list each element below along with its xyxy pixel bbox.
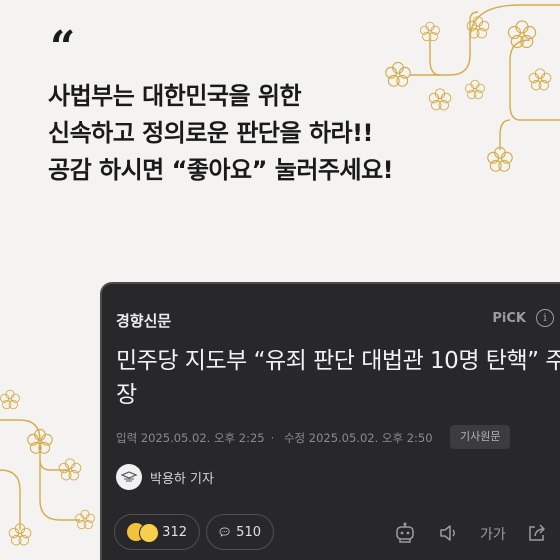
article-title: 민주당 지도부 “유죄 판단 대법관 10명 탄핵” 주장 [116,348,560,408]
headline: 사법부는 대한민국을 위한 신속하고 정의로운 판단을 하라!! 공감 하시면 … [48,78,394,189]
news-article-card[interactable]: 경향신문 PiCK i 민주당 지도부 “유죄 판단 대법관 10명 탄핵” 주… [100,282,560,560]
headline-line-2: 신속하고 정의로운 판단을 하라!! [48,119,374,147]
speaker-icon[interactable] [438,522,460,544]
headline-line-1: 사법부는 대한민국을 위한 [48,82,302,110]
press-name[interactable]: 경향신문 [116,310,171,331]
article-dates: 입력 2025.05.02. 오후 2:25 · 수정 2025.05.02. 오… [116,430,439,446]
author-name: 박용하 기자 [150,471,214,487]
comment-icon [219,527,230,537]
reactions-count: 312 [162,524,187,540]
comments-button[interactable]: 510 [206,514,274,550]
headline-line-3: 공감 하시면 “좋아요” 눌러주세요! [48,156,394,184]
quote-mark-icon: “ [50,22,76,73]
pick-badge: PiCK [492,311,526,326]
robot-summary-icon[interactable] [394,522,416,544]
info-icon[interactable]: i [536,309,554,327]
reaction-emoji-icon [127,523,159,543]
reaction-button[interactable]: 312 [114,514,200,550]
comments-count: 510 [236,524,261,540]
author-avatar-icon [116,464,142,490]
author-row[interactable]: 박용하 기자 [116,464,214,490]
font-size-icon[interactable]: 가가 [480,524,506,544]
input-date: 입력 2025.05.02. 오후 2:25 [116,431,265,445]
edit-date: 수정 2025.05.02. 오후 2:50 [283,431,433,445]
date-separator: · [270,431,275,445]
share-icon[interactable] [526,522,548,544]
original-article-button[interactable]: 기사원문 [450,425,511,449]
